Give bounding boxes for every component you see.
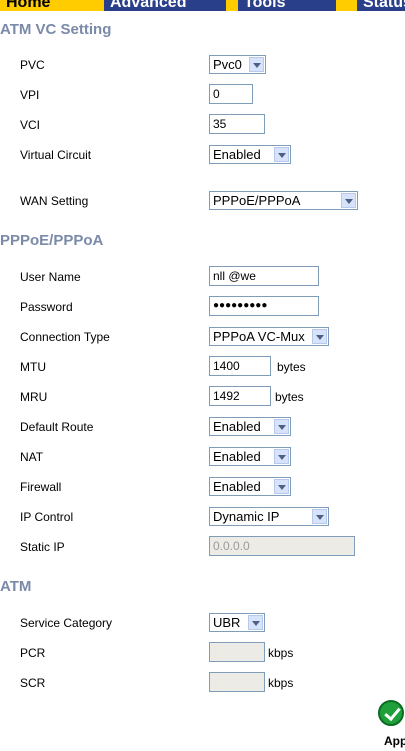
scr-input[interactable] [209, 672, 265, 692]
mtu-input[interactable]: 1400 [209, 356, 271, 376]
tab-status[interactable]: Status [357, 0, 405, 11]
mru-label: MRU [20, 390, 48, 404]
section-title-pppoe: PPPoE/PPPoA [0, 232, 104, 249]
mtu-label: MTU [20, 360, 46, 374]
static-ip-input[interactable]: 0.0.0.0 [209, 536, 355, 556]
mtu-unit: bytes [277, 360, 306, 374]
scr-label: SCR [20, 676, 46, 690]
vci-input[interactable]: 35 [209, 114, 265, 134]
service-category-label: Service Category [20, 616, 113, 630]
pvc-select-value: Pvc0 [213, 57, 242, 72]
firewall-select[interactable]: Enabled [209, 477, 291, 496]
service-category-select[interactable]: UBR [209, 613, 265, 632]
vpi-label: VPI [20, 88, 40, 102]
mru-input[interactable]: 1492 [209, 386, 271, 406]
chevron-down-icon [274, 147, 289, 162]
default-route-value: Enabled [213, 419, 261, 434]
wan-setting-select[interactable]: PPPoE/PPPoA [209, 191, 358, 210]
virtual-circuit-label: Virtual Circuit [20, 148, 92, 162]
chevron-down-icon [248, 615, 263, 630]
connection-type-select[interactable]: PPPoA VC-Mux [209, 327, 329, 346]
pcr-unit: kbps [268, 646, 294, 660]
wan-setting-value: PPPoE/PPPoA [213, 193, 301, 208]
apply-button[interactable]: Apply [378, 700, 405, 748]
ip-control-label: IP Control [20, 510, 74, 524]
nat-label: NAT [20, 450, 44, 464]
default-route-label: Default Route [20, 420, 94, 434]
apply-label: Apply [384, 734, 405, 748]
user-name-input[interactable]: nll @we [209, 266, 319, 286]
wan-setting-label: WAN Setting [20, 194, 89, 208]
section-title-atm: ATM [0, 578, 32, 595]
pvc-label: PVC [20, 58, 45, 72]
default-route-select[interactable]: Enabled [209, 417, 291, 436]
chevron-down-icon [274, 419, 289, 434]
ip-control-value: Dynamic IP [213, 509, 280, 524]
chevron-down-icon [341, 193, 356, 208]
virtual-circuit-select[interactable]: Enabled [209, 145, 291, 164]
section-title-atm-vc: ATM VC Setting [0, 21, 112, 38]
password-label: Password [20, 300, 73, 314]
static-ip-label: Static IP [20, 540, 65, 554]
nat-select[interactable]: Enabled [209, 447, 291, 466]
service-category-value: UBR [213, 615, 241, 630]
pvc-select[interactable]: Pvc0 [209, 55, 266, 74]
chevron-down-icon [274, 479, 289, 494]
ip-control-select[interactable]: Dynamic IP [209, 507, 329, 526]
tab-advanced[interactable]: Advanced [104, 0, 226, 11]
pcr-input[interactable] [209, 642, 265, 662]
user-name-label: User Name [20, 270, 81, 284]
chevron-down-icon [312, 329, 327, 344]
tab-home[interactable]: Home [0, 0, 74, 11]
mru-unit: bytes [275, 390, 304, 404]
scr-unit: kbps [268, 676, 294, 690]
chevron-down-icon [249, 57, 264, 72]
nat-value: Enabled [213, 449, 261, 464]
pcr-label: PCR [20, 646, 46, 660]
vci-label: VCI [20, 118, 41, 132]
virtual-circuit-value: Enabled [213, 147, 261, 162]
password-input[interactable]: ●●●●●●●●● [209, 296, 319, 316]
connection-type-label: Connection Type [20, 330, 110, 344]
tab-tools[interactable]: Tools [238, 0, 336, 11]
vpi-input[interactable]: 0 [209, 84, 253, 104]
firewall-label: Firewall [20, 480, 62, 494]
chevron-down-icon [312, 509, 327, 524]
firewall-value: Enabled [213, 479, 261, 494]
chevron-down-icon [274, 449, 289, 464]
top-nav-bar: Home Advanced Tools Status [0, 0, 405, 11]
checkmark-icon [378, 700, 404, 726]
connection-type-value: PPPoA VC-Mux [213, 329, 305, 344]
